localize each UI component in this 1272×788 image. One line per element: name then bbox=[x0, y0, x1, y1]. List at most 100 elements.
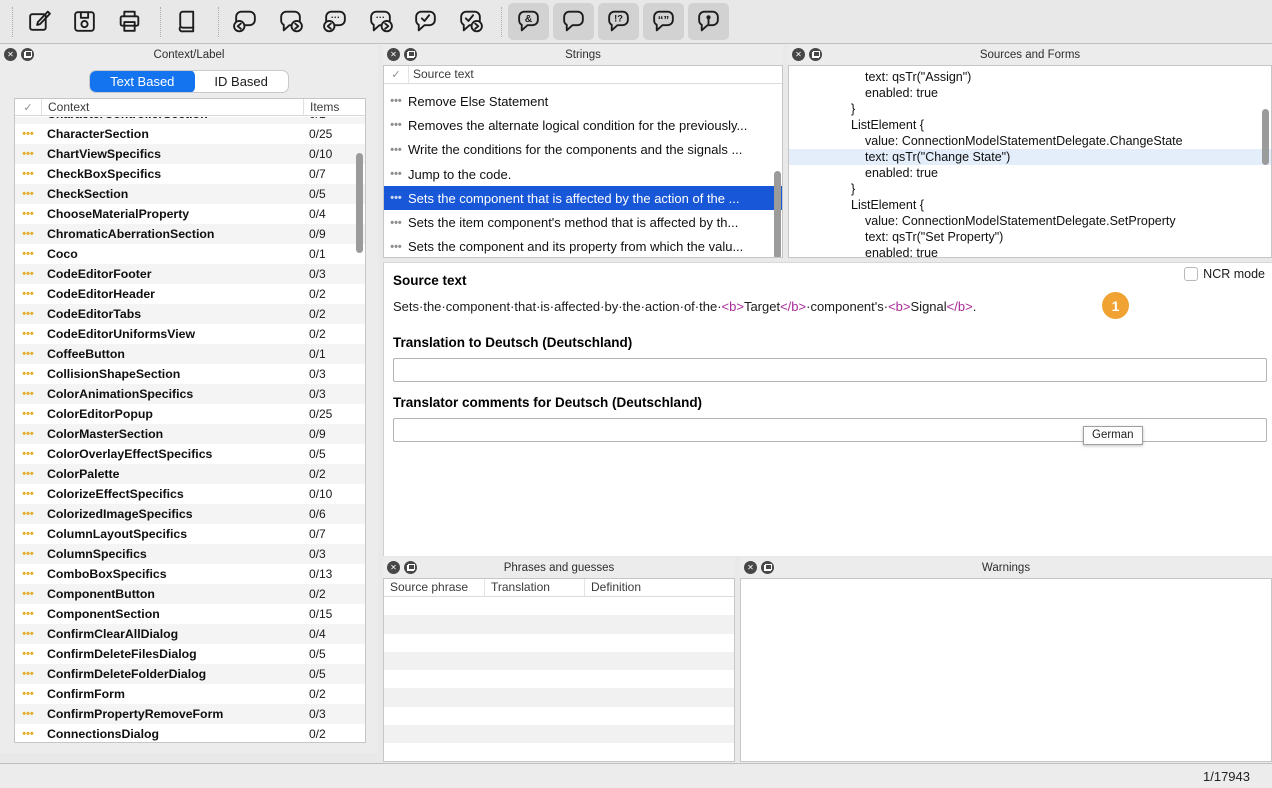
float-icon[interactable] bbox=[404, 48, 417, 61]
toggle-whitespace-button[interactable] bbox=[553, 3, 594, 40]
string-source-text: Removes the alternate logical condition … bbox=[408, 118, 782, 133]
context-column-header[interactable]: Context bbox=[41, 99, 303, 115]
table-row[interactable]: •••CodeEditorUniformsView0/2 bbox=[15, 324, 365, 344]
bubble-marker-icon bbox=[695, 8, 722, 35]
float-icon[interactable] bbox=[404, 561, 417, 574]
print-button[interactable] bbox=[109, 3, 150, 40]
toggle-phrase-matches-button[interactable]: “” bbox=[643, 3, 684, 40]
float-icon[interactable] bbox=[809, 48, 822, 61]
string-row[interactable]: •••Sets the component and its property f… bbox=[384, 235, 782, 258]
table-row[interactable]: •••CheckSection0/5 bbox=[15, 184, 365, 204]
table-row[interactable]: •••Coco0/1 bbox=[15, 244, 365, 264]
table-row-partial[interactable]: •••CharacterControllerSection0/1 bbox=[15, 117, 365, 124]
check-column-icon[interactable]: ✓ bbox=[384, 68, 408, 81]
table-row[interactable]: •••ColorOverlayEffectSpecifics0/5 bbox=[15, 444, 365, 464]
table-row[interactable]: •••ConnectionsDialog0/2 bbox=[15, 724, 365, 742]
empty-phrase-row bbox=[384, 707, 734, 725]
done-button[interactable] bbox=[405, 3, 446, 40]
phrasebook-button[interactable] bbox=[167, 3, 208, 40]
context-name: ChartViewSpecifics bbox=[41, 147, 303, 161]
table-row[interactable]: •••ColorAnimationSpecifics0/3 bbox=[15, 384, 365, 404]
next-unfinished-button[interactable] bbox=[270, 3, 311, 40]
items-count: 0/2 bbox=[303, 287, 365, 301]
table-row[interactable]: •••ComponentSection0/15 bbox=[15, 604, 365, 624]
table-row[interactable]: •••ColumnLayoutSpecifics0/7 bbox=[15, 524, 365, 544]
table-row[interactable]: •••ColorEditorPopup0/25 bbox=[15, 404, 365, 424]
table-row[interactable]: •••ConfirmClearAllDialog0/4 bbox=[15, 624, 365, 644]
unfinished-icon: ••• bbox=[15, 449, 41, 459]
table-row[interactable]: •••CollisionShapeSection0/3 bbox=[15, 364, 365, 384]
string-row[interactable]: •••Write the conditions for the componen… bbox=[384, 138, 782, 162]
table-row[interactable]: •••ColorizeEffectSpecifics0/10 bbox=[15, 484, 365, 504]
string-source-text: Sets the item component's method that is… bbox=[408, 215, 782, 230]
table-row[interactable]: •••CodeEditorHeader0/2 bbox=[15, 284, 365, 304]
table-row[interactable]: •••ColorPalette0/2 bbox=[15, 464, 365, 484]
table-row[interactable]: •••ChromaticAberrationSection0/9 bbox=[15, 224, 365, 244]
table-row[interactable]: •••ConfirmDeleteFolderDialog0/5 bbox=[15, 664, 365, 684]
table-row[interactable]: •••ConfirmForm0/2 bbox=[15, 684, 365, 704]
toggle-place-markers-button[interactable] bbox=[688, 3, 729, 40]
unfinished-icon: ••• bbox=[15, 469, 41, 479]
source-text-column-header[interactable]: Source text bbox=[408, 66, 474, 83]
translation-editor: Source text NCR mode Sets·the·component·… bbox=[383, 262, 1272, 556]
translation-input[interactable] bbox=[393, 358, 1267, 382]
close-icon[interactable]: ✕ bbox=[792, 48, 805, 61]
string-row[interactable]: •••Remove Else Statement bbox=[384, 89, 782, 113]
string-row[interactable]: •••Sets the item component's method that… bbox=[384, 210, 782, 234]
table-row[interactable]: •••ChartViewSpecifics0/10 bbox=[15, 144, 365, 164]
code-line: } bbox=[789, 101, 1271, 117]
table-row[interactable]: •••ComboBoxSpecifics0/13 bbox=[15, 564, 365, 584]
context-name: ColorEditorPopup bbox=[41, 407, 303, 421]
statusbar: 1/17943 bbox=[0, 763, 1272, 788]
items-count: 0/2 bbox=[303, 467, 365, 481]
table-row[interactable]: •••ComponentButton0/2 bbox=[15, 584, 365, 604]
save-button[interactable] bbox=[64, 3, 105, 40]
sources-scrollbar[interactable] bbox=[1262, 109, 1269, 165]
tab-text-based[interactable]: Text Based bbox=[89, 70, 195, 93]
context-name: CoffeeButton bbox=[41, 347, 303, 361]
unfinished-icon: ••• bbox=[384, 242, 408, 252]
toggle-accelerators-button[interactable]: & bbox=[508, 3, 549, 40]
table-row[interactable]: •••CheckBoxSpecifics0/7 bbox=[15, 164, 365, 184]
table-row[interactable]: •••ConfirmDeleteFilesDialog0/5 bbox=[15, 644, 365, 664]
prev-unfinished-button[interactable] bbox=[225, 3, 266, 40]
code-line: value: ConnectionModelStatementDelegate.… bbox=[789, 213, 1271, 229]
table-row[interactable]: •••CodeEditorTabs0/2 bbox=[15, 304, 365, 324]
float-icon[interactable] bbox=[21, 48, 34, 61]
source-phrase-column-header[interactable]: Source phrase bbox=[384, 579, 484, 596]
close-icon[interactable]: ✕ bbox=[4, 48, 17, 61]
table-row[interactable]: •••CodeEditorFooter0/3 bbox=[15, 264, 365, 284]
open-button[interactable] bbox=[19, 3, 60, 40]
translation-column-header[interactable]: Translation bbox=[484, 579, 584, 596]
context-scrollbar[interactable] bbox=[356, 153, 363, 253]
float-icon[interactable] bbox=[761, 561, 774, 574]
table-row[interactable]: •••ColorMasterSection0/9 bbox=[15, 424, 365, 444]
unfinished-icon: ••• bbox=[15, 409, 41, 419]
bubble-dots-arrow-right-icon: ··· bbox=[367, 8, 394, 35]
toggle-punctuation-button[interactable]: !? bbox=[598, 3, 639, 40]
close-icon[interactable]: ✕ bbox=[387, 561, 400, 574]
close-icon[interactable]: ✕ bbox=[744, 561, 757, 574]
strings-scrollbar[interactable] bbox=[774, 171, 781, 258]
tab-id-based[interactable]: ID Based bbox=[194, 71, 287, 92]
definition-column-header[interactable]: Definition bbox=[584, 579, 734, 596]
table-row[interactable]: •••ChooseMaterialProperty0/4 bbox=[15, 204, 365, 224]
check-column-icon[interactable]: ✓ bbox=[15, 101, 41, 114]
table-row[interactable]: •••ConfirmPropertyRemoveForm0/3 bbox=[15, 704, 365, 724]
string-row[interactable]: •••Removes the alternate logical conditi… bbox=[384, 113, 782, 137]
table-row[interactable]: •••CoffeeButton0/1 bbox=[15, 344, 365, 364]
items-count: 0/5 bbox=[303, 447, 365, 461]
bubble-check-icon bbox=[412, 8, 439, 35]
done-next-button[interactable] bbox=[450, 3, 491, 40]
table-row[interactable]: •••ColumnSpecifics0/3 bbox=[15, 544, 365, 564]
string-row[interactable]: •••Sets the component that is affected b… bbox=[384, 186, 782, 210]
next-item-button[interactable]: ··· bbox=[360, 3, 401, 40]
ncr-mode-checkbox[interactable] bbox=[1184, 267, 1198, 281]
table-row[interactable]: •••ColorizedImageSpecifics0/6 bbox=[15, 504, 365, 524]
string-row[interactable]: •••Jump to the code. bbox=[384, 162, 782, 186]
table-row[interactable]: •••CharacterSection0/25 bbox=[15, 124, 365, 144]
close-icon[interactable]: ✕ bbox=[387, 48, 400, 61]
prev-item-button[interactable]: ··· bbox=[315, 3, 356, 40]
items-column-header[interactable]: Items bbox=[303, 99, 365, 115]
items-count: 0/1 bbox=[303, 347, 365, 361]
